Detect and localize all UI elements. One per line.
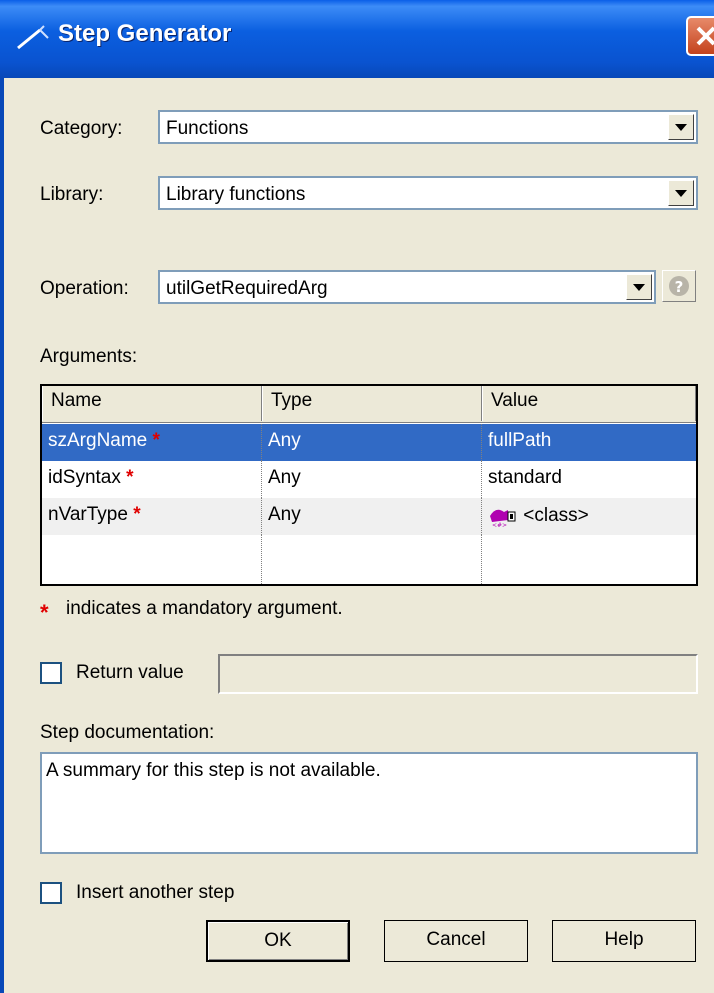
table-row-empty[interactable] — [42, 535, 696, 584]
return-value-label[interactable]: Return value — [76, 662, 184, 684]
arg-type-cell: Any — [262, 424, 482, 461]
step-documentation-label: Step documentation: — [40, 722, 215, 743]
operation-label: Operation: — [40, 278, 129, 299]
window-border — [0, 78, 4, 993]
wand-icon — [14, 24, 50, 52]
arg-value-cell[interactable]: standard — [482, 461, 696, 498]
arg-value-cell[interactable]: <#> <class> — [482, 498, 696, 535]
arg-name-cell: idSyntax * — [42, 461, 262, 498]
operation-dropdown-button[interactable] — [626, 274, 652, 300]
category-combo[interactable]: Functions — [158, 110, 698, 144]
arguments-label: Arguments: — [40, 346, 138, 367]
category-label: Category: — [40, 118, 123, 139]
arg-name-cell: szArgName * — [42, 424, 262, 461]
return-value-checkbox[interactable] — [40, 662, 62, 684]
help-button[interactable]: Help — [552, 920, 696, 962]
library-value: Library functions — [166, 184, 306, 205]
table-row[interactable]: idSyntax * Any standard — [42, 461, 696, 498]
arg-value-cell[interactable]: fullPath — [482, 424, 696, 461]
title-bar[interactable]: Step Generator — [0, 0, 714, 78]
arg-name: nVarType — [48, 504, 128, 525]
step-documentation-text: A summary for this step is not available… — [46, 760, 381, 781]
question-icon: ? — [669, 276, 689, 296]
empty-cell — [262, 535, 482, 584]
cancel-button[interactable]: Cancel — [384, 920, 528, 962]
ok-button[interactable]: OK — [206, 920, 350, 962]
arg-name-cell: nVarType * — [42, 498, 262, 535]
step-generator-dialog: Step Generator Category: Functions Libra… — [0, 0, 714, 993]
column-header-value[interactable]: Value — [482, 386, 696, 421]
mandatory-marker: * — [133, 504, 141, 525]
arg-type-cell: Any — [262, 461, 482, 498]
arg-value: <class> — [523, 505, 589, 527]
table-row[interactable]: szArgName * Any fullPath — [42, 424, 696, 461]
column-header-name[interactable]: Name — [42, 386, 262, 421]
mandatory-star: * — [40, 600, 49, 625]
operation-combo[interactable]: utilGetRequiredArg — [158, 270, 656, 304]
library-label: Library: — [40, 184, 104, 205]
grid-header: Name Type Value — [42, 386, 696, 423]
arg-name: idSyntax — [48, 467, 121, 488]
step-documentation-textarea[interactable]: A summary for this step is not available… — [40, 752, 698, 854]
column-header-type[interactable]: Type — [262, 386, 482, 421]
chevron-down-icon — [675, 124, 687, 131]
svg-text:<#>: <#> — [492, 522, 507, 528]
class-icon: <#> — [488, 504, 518, 529]
arguments-grid[interactable]: Name Type Value szArgName * Any fullPath… — [40, 384, 698, 586]
mandatory-marker: * — [152, 430, 160, 451]
operation-help-button[interactable]: ? — [662, 270, 696, 302]
library-combo[interactable]: Library functions — [158, 176, 698, 210]
return-value-field — [218, 654, 698, 694]
svg-text:?: ? — [675, 278, 684, 296]
mandatory-note: indicates a mandatory argument. — [66, 598, 343, 619]
close-icon — [696, 26, 714, 46]
arg-name: szArgName — [48, 430, 148, 451]
insert-another-label[interactable]: Insert another step — [76, 882, 234, 904]
table-row[interactable]: nVarType * Any <#> <class> — [42, 498, 696, 535]
chevron-down-icon — [675, 190, 687, 197]
operation-value: utilGetRequiredArg — [166, 278, 328, 299]
mandatory-marker: * — [126, 467, 134, 488]
empty-cell — [42, 535, 262, 584]
insert-another-checkbox[interactable] — [40, 882, 62, 904]
category-value: Functions — [166, 118, 249, 139]
category-dropdown-button[interactable] — [668, 114, 694, 140]
close-button[interactable] — [686, 16, 714, 56]
empty-cell — [482, 535, 696, 584]
library-dropdown-button[interactable] — [668, 180, 694, 206]
window-title: Step Generator — [58, 20, 232, 47]
chevron-down-icon — [633, 284, 645, 291]
arg-type-cell: Any — [262, 498, 482, 535]
